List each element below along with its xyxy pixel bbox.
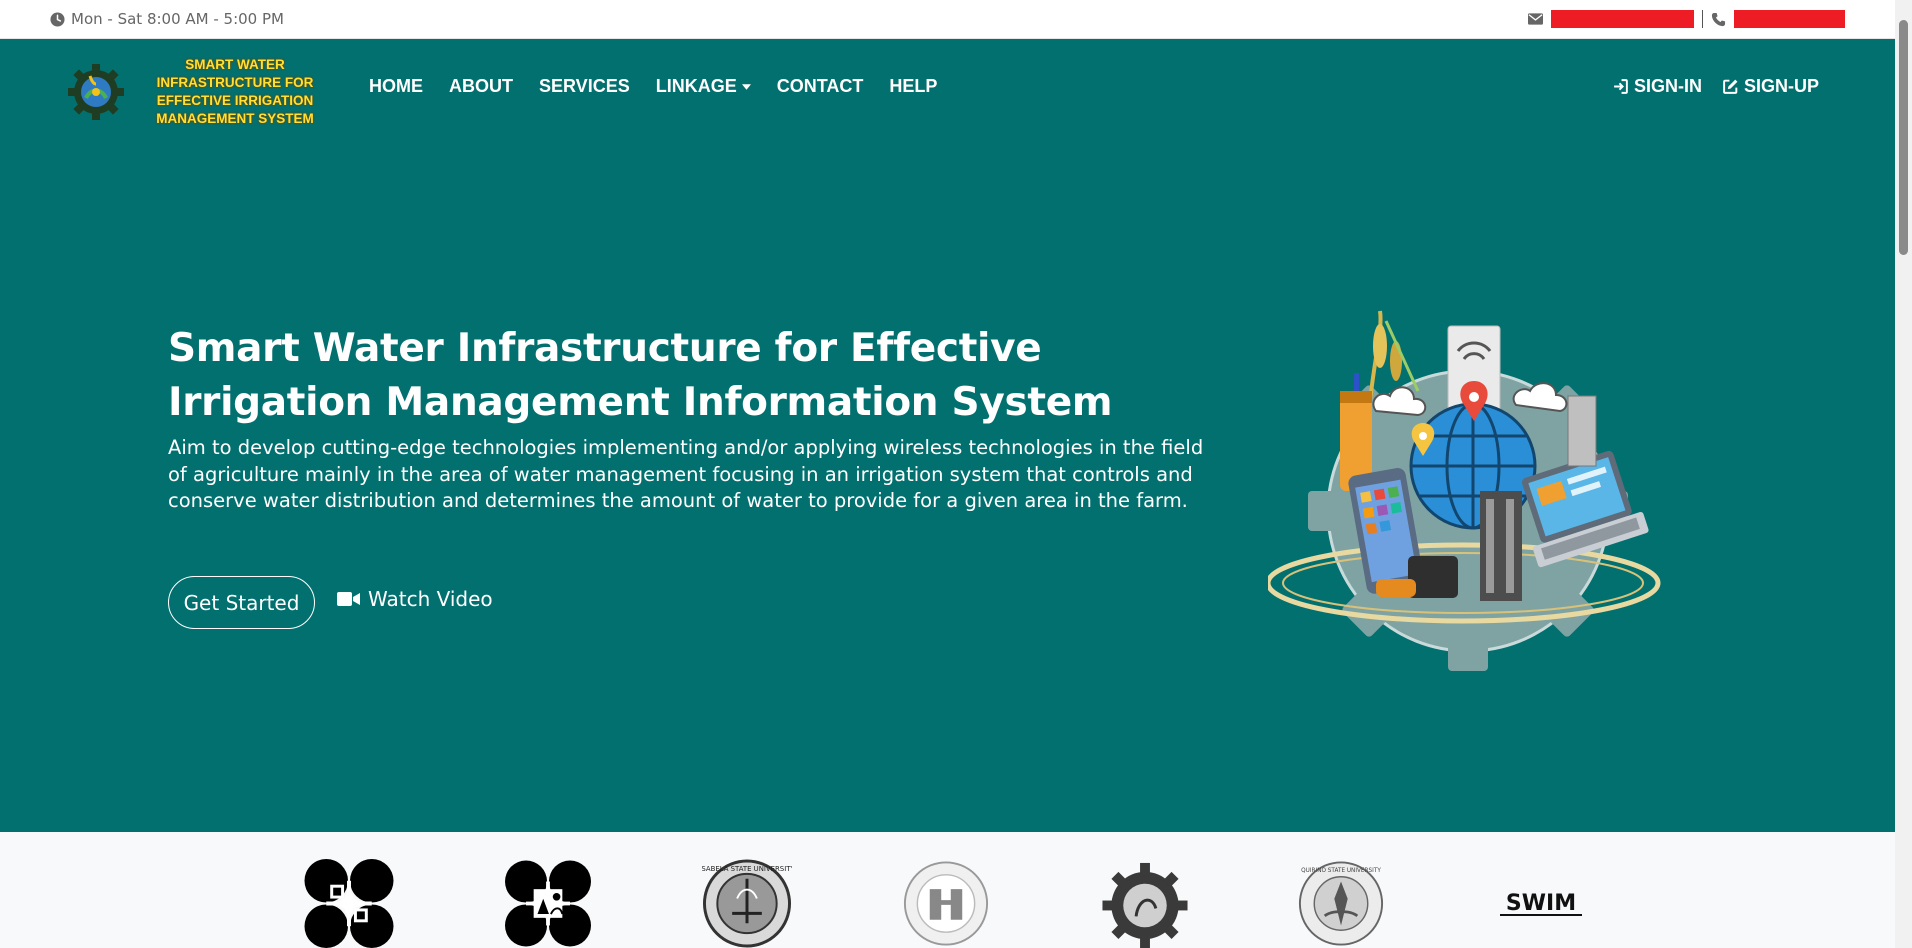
partner-logo-isabela-state-university[interactable]: ISABELA STATE UNIVERSITY	[702, 859, 792, 948]
sign-up-link[interactable]: SIGN-UP	[1722, 76, 1819, 97]
university-seal-icon: ISABELA STATE UNIVERSITY	[702, 859, 792, 948]
clock-icon	[50, 11, 65, 27]
main-nav: HOME ABOUT SERVICES LINKAGE CONTACT HELP	[369, 76, 937, 97]
phone-redacted[interactable]	[1734, 10, 1845, 28]
partner-logo-2[interactable]	[505, 859, 591, 948]
institution-seal-icon	[903, 861, 989, 946]
swim-logo-icon: SWIM	[1500, 891, 1582, 916]
auth-links: SIGN-IN SIGN-UP	[1612, 76, 1819, 97]
quirino-seal-text: QUIRINO STATE UNIVERSITY	[1301, 868, 1381, 874]
get-started-button[interactable]: Get Started	[168, 576, 315, 629]
watch-video-label: Watch Video	[368, 587, 493, 611]
nav-contact[interactable]: CONTACT	[777, 76, 864, 97]
gear-logo-icon	[68, 64, 124, 120]
university-seal-2-icon: QUIRINO STATE UNIVERSITY	[1298, 861, 1384, 946]
nav-services[interactable]: SERVICES	[539, 76, 630, 97]
logo-text: SMART WATER INFRASTRUCTURE FOR EFFECTIVE…	[156, 57, 314, 126]
contact-info	[1528, 10, 1845, 28]
scrollbar-thumb[interactable]	[1899, 20, 1908, 255]
video-camera-icon	[337, 592, 360, 606]
nav-home[interactable]: HOME	[369, 76, 423, 97]
sign-up-label: SIGN-UP	[1743, 76, 1819, 96]
gear-seal-icon	[1102, 862, 1188, 948]
nav-about[interactable]: ABOUT	[449, 76, 513, 97]
quadrant-logo-2-icon	[505, 860, 591, 947]
isabela-seal-text: ISABELA STATE UNIVERSITY	[702, 865, 792, 873]
business-hours-text: Mon - Sat 8:00 AM - 5:00 PM	[71, 10, 284, 28]
edit-icon	[1723, 79, 1738, 94]
hero-description: Aim to develop cutting-edge technologies…	[168, 436, 1204, 512]
partner-logo-5[interactable]	[1100, 859, 1190, 948]
site-logo[interactable]: SMART WATER INFRASTRUCTURE FOR EFFECTIVE…	[66, 56, 338, 128]
nav-linkage[interactable]: LINKAGE	[656, 76, 751, 97]
partners-strip: ISABELA STATE UNIVERSITY QUIRINO STATE U…	[0, 832, 1895, 948]
top-bar: Mon - Sat 8:00 AM - 5:00 PM	[0, 0, 1895, 39]
envelope-icon	[1528, 13, 1543, 25]
hero-section: SMART WATER INFRASTRUCTURE FOR EFFECTIVE…	[0, 39, 1895, 832]
nav-linkage-label: LINKAGE	[655, 76, 737, 96]
quadrant-logo-icon	[304, 859, 394, 948]
partner-logo-quirino-state-university[interactable]: QUIRINO STATE UNIVERSITY	[1298, 859, 1384, 948]
smart-irrigation-illustration	[1268, 310, 1661, 671]
partner-logo-4[interactable]	[903, 859, 989, 948]
email-redacted[interactable]	[1551, 10, 1694, 28]
partner-logo-swim[interactable]: SWIM	[1498, 890, 1584, 920]
swim-logo-text: SWIM	[1506, 891, 1576, 916]
watch-video-button[interactable]: Watch Video	[337, 587, 493, 611]
partner-logo-1[interactable]	[304, 859, 394, 948]
contact-divider	[1702, 10, 1703, 28]
caret-down-icon	[741, 83, 751, 90]
sign-in-link[interactable]: SIGN-IN	[1612, 76, 1702, 97]
sign-in-label: SIGN-IN	[1633, 76, 1702, 96]
page-scrollbar[interactable]	[1895, 0, 1912, 948]
sign-in-icon	[1614, 79, 1628, 94]
phone-icon	[1711, 12, 1726, 26]
business-hours: Mon - Sat 8:00 AM - 5:00 PM	[50, 10, 284, 28]
hero-title: Smart Water Infrastructure for Effective…	[168, 326, 1113, 425]
nav-help[interactable]: HELP	[889, 76, 937, 97]
